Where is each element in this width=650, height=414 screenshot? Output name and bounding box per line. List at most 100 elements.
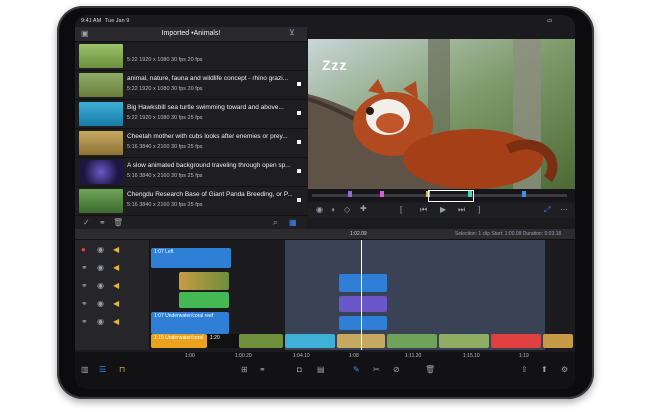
timeline-tracks[interactable]: 1:07 Left 1:07 Underwater/coral reef 1:1… — [75, 240, 575, 350]
eye-icon[interactable]: ◉ — [97, 246, 104, 254]
settings-icon[interactable]: ◉ — [316, 206, 323, 214]
edit-icon[interactable]: ✎ — [353, 366, 360, 374]
primary-clip[interactable] — [543, 334, 573, 348]
fullscreen-icon[interactable]: ⤢ — [544, 206, 550, 214]
share-icon[interactable]: ⇪ — [521, 366, 528, 374]
clip-meta: 5:16 3840 x 2160 30 fps 25 fps — [127, 173, 203, 179]
video-clip[interactable] — [179, 272, 229, 290]
link-icon[interactable]: ⚭ — [99, 219, 106, 227]
prev-frame-icon[interactable]: ⏮ — [420, 206, 427, 214]
video-clip[interactable] — [339, 296, 387, 312]
more-icon[interactable]: ⋯ — [560, 206, 568, 214]
timeline-ruler[interactable]: 1:02.09 Selection: 1 clip Start: 1:00.09… — [75, 229, 575, 240]
trash-icon[interactable]: 🗑 — [113, 219, 123, 227]
export-icon[interactable]: ⬆ — [541, 366, 548, 374]
magnet-icon[interactable]: ⊓ — [119, 366, 125, 374]
app-screen: 9:41 AM Tue Jan 9 ▭ ▣ Imported •Animals!… — [75, 15, 575, 389]
link-icon[interactable]: ⚭ — [259, 366, 266, 374]
check-icon[interactable]: ✓ — [83, 219, 90, 227]
clip-label: 1:15 Underwater/coral — [154, 335, 204, 341]
tick-label: 1:04.10 — [293, 353, 310, 359]
video-viewer[interactable]: Zzz — [308, 39, 575, 189]
speaker-icon[interactable]: ◀ — [113, 282, 119, 290]
settings-icon[interactable]: ⚙ — [561, 366, 568, 374]
clip-thumbnail — [79, 73, 123, 97]
clip-thumbnail — [79, 44, 123, 68]
volume-icon[interactable]: ▤ — [317, 366, 325, 374]
eye-icon[interactable]: ◉ — [97, 264, 104, 272]
zzz-overlay: Zzz — [322, 57, 348, 73]
primary-clip[interactable] — [491, 334, 541, 348]
add-clip-button[interactable] — [297, 140, 301, 144]
record-icon[interactable]: ● — [81, 246, 86, 254]
link-icon[interactable]: ⚭ — [81, 282, 88, 290]
set-in-icon[interactable]: [ — [400, 206, 402, 214]
clip-label: 1:20 — [210, 335, 220, 341]
speaker-icon[interactable]: ◀ — [113, 300, 119, 308]
scissors-icon[interactable]: ✂ — [373, 366, 380, 374]
media-browser: 5:22 1920 x 1080 30 fps 20 fps animal, n… — [75, 42, 307, 217]
list-item[interactable]: 5:22 1920 x 1080 30 fps 20 fps — [75, 42, 307, 71]
audio-meter-icon[interactable]: ▥ — [81, 366, 89, 374]
playhead[interactable] — [361, 240, 362, 350]
set-out-icon[interactable]: ] — [478, 206, 480, 214]
tick-label: 1:19 — [519, 353, 529, 359]
link-icon[interactable]: ⚭ — [81, 264, 88, 272]
clip-thumbnail — [79, 102, 123, 126]
viewer-controls: ◉ ◑ ◇ ✚ [ ⏮ ▶ ⏭ ] ⤢ ⋯ — [308, 203, 575, 218]
tick-label: 1:15.10 — [463, 353, 480, 359]
grid-view-icon[interactable]: ▦ — [289, 219, 297, 227]
speaker-icon[interactable]: ◀ — [113, 318, 119, 326]
eye-icon[interactable]: ◉ — [97, 282, 104, 290]
browser-title: Imported •Animals! — [161, 30, 221, 37]
storyline-icon[interactable]: ☰ — [99, 366, 106, 374]
video-clip[interactable]: 1:07 Underwater/coral reef — [151, 312, 229, 334]
red-panda-frame — [308, 39, 575, 189]
status-bar: 9:41 AM Tue Jan 9 ▭ — [75, 15, 575, 27]
primary-clip[interactable]: 1:20 — [207, 334, 239, 348]
speed-icon[interactable]: ⊘ — [393, 366, 400, 374]
search-icon[interactable]: ⌕ — [273, 219, 277, 227]
primary-clip[interactable] — [439, 334, 489, 348]
list-item[interactable]: animal, nature, fauna and wildlife conce… — [75, 71, 307, 100]
list-item[interactable]: Cheetah mother with cubs looks after ene… — [75, 129, 307, 158]
add-clip-button[interactable] — [297, 169, 301, 173]
import-icon[interactable]: ⊻ — [289, 29, 295, 37]
eye-icon[interactable]: ◉ — [97, 318, 104, 326]
clip-thumbnail — [79, 160, 123, 184]
list-item[interactable]: Big Hawksbill sea turtle swimming toward… — [75, 100, 307, 129]
add-clip-button[interactable] — [297, 82, 301, 86]
clip-meta: 5:16 3840 x 2160 30 fps 25 fps — [127, 144, 203, 150]
add-clip-button[interactable] — [297, 111, 301, 115]
list-item[interactable]: A slow animated background traveling thr… — [75, 158, 307, 187]
split-clip-icon[interactable]: ⊞ — [241, 366, 248, 374]
primary-clip[interactable] — [387, 334, 437, 348]
marker-icon[interactable]: ◇ — [344, 206, 350, 214]
primary-clip[interactable] — [285, 334, 335, 348]
marker — [380, 191, 384, 197]
link-icon[interactable]: ⚭ — [81, 300, 88, 308]
eye-icon[interactable]: ◉ — [97, 300, 104, 308]
marker — [522, 191, 526, 197]
viewer-scrubber[interactable] — [308, 189, 575, 202]
link-icon[interactable]: ⚭ — [81, 318, 88, 326]
speaker-icon[interactable]: ◀ — [113, 246, 119, 254]
camera-icon[interactable]: ◘ — [297, 366, 302, 374]
primary-clip[interactable] — [239, 334, 283, 348]
title-clip[interactable]: 1:07 Left — [151, 248, 231, 268]
speaker-icon[interactable]: ◀ — [113, 264, 119, 272]
scrub-window[interactable] — [428, 190, 474, 202]
next-frame-icon[interactable]: ⏭ — [458, 206, 465, 214]
split-icon[interactable]: ◑ — [330, 206, 335, 214]
add-clip-button[interactable] — [297, 198, 301, 202]
clip-title: Big Hawksbill sea turtle swimming toward… — [127, 104, 284, 111]
audio-clip[interactable] — [179, 292, 229, 308]
browser-header: ▣ Imported •Animals! ⊻ — [75, 27, 307, 42]
video-clip[interactable] — [339, 316, 387, 330]
play-icon[interactable]: ▶ — [440, 206, 446, 214]
primary-clip[interactable]: 1:15 Underwater/coral — [151, 334, 207, 348]
trash-icon[interactable]: 🗑 — [425, 366, 435, 374]
list-item[interactable]: Chengdu Research Base of Giant Panda Bre… — [75, 187, 307, 216]
add-icon[interactable]: ✚ — [360, 205, 367, 213]
selected-clip[interactable] — [339, 274, 387, 292]
